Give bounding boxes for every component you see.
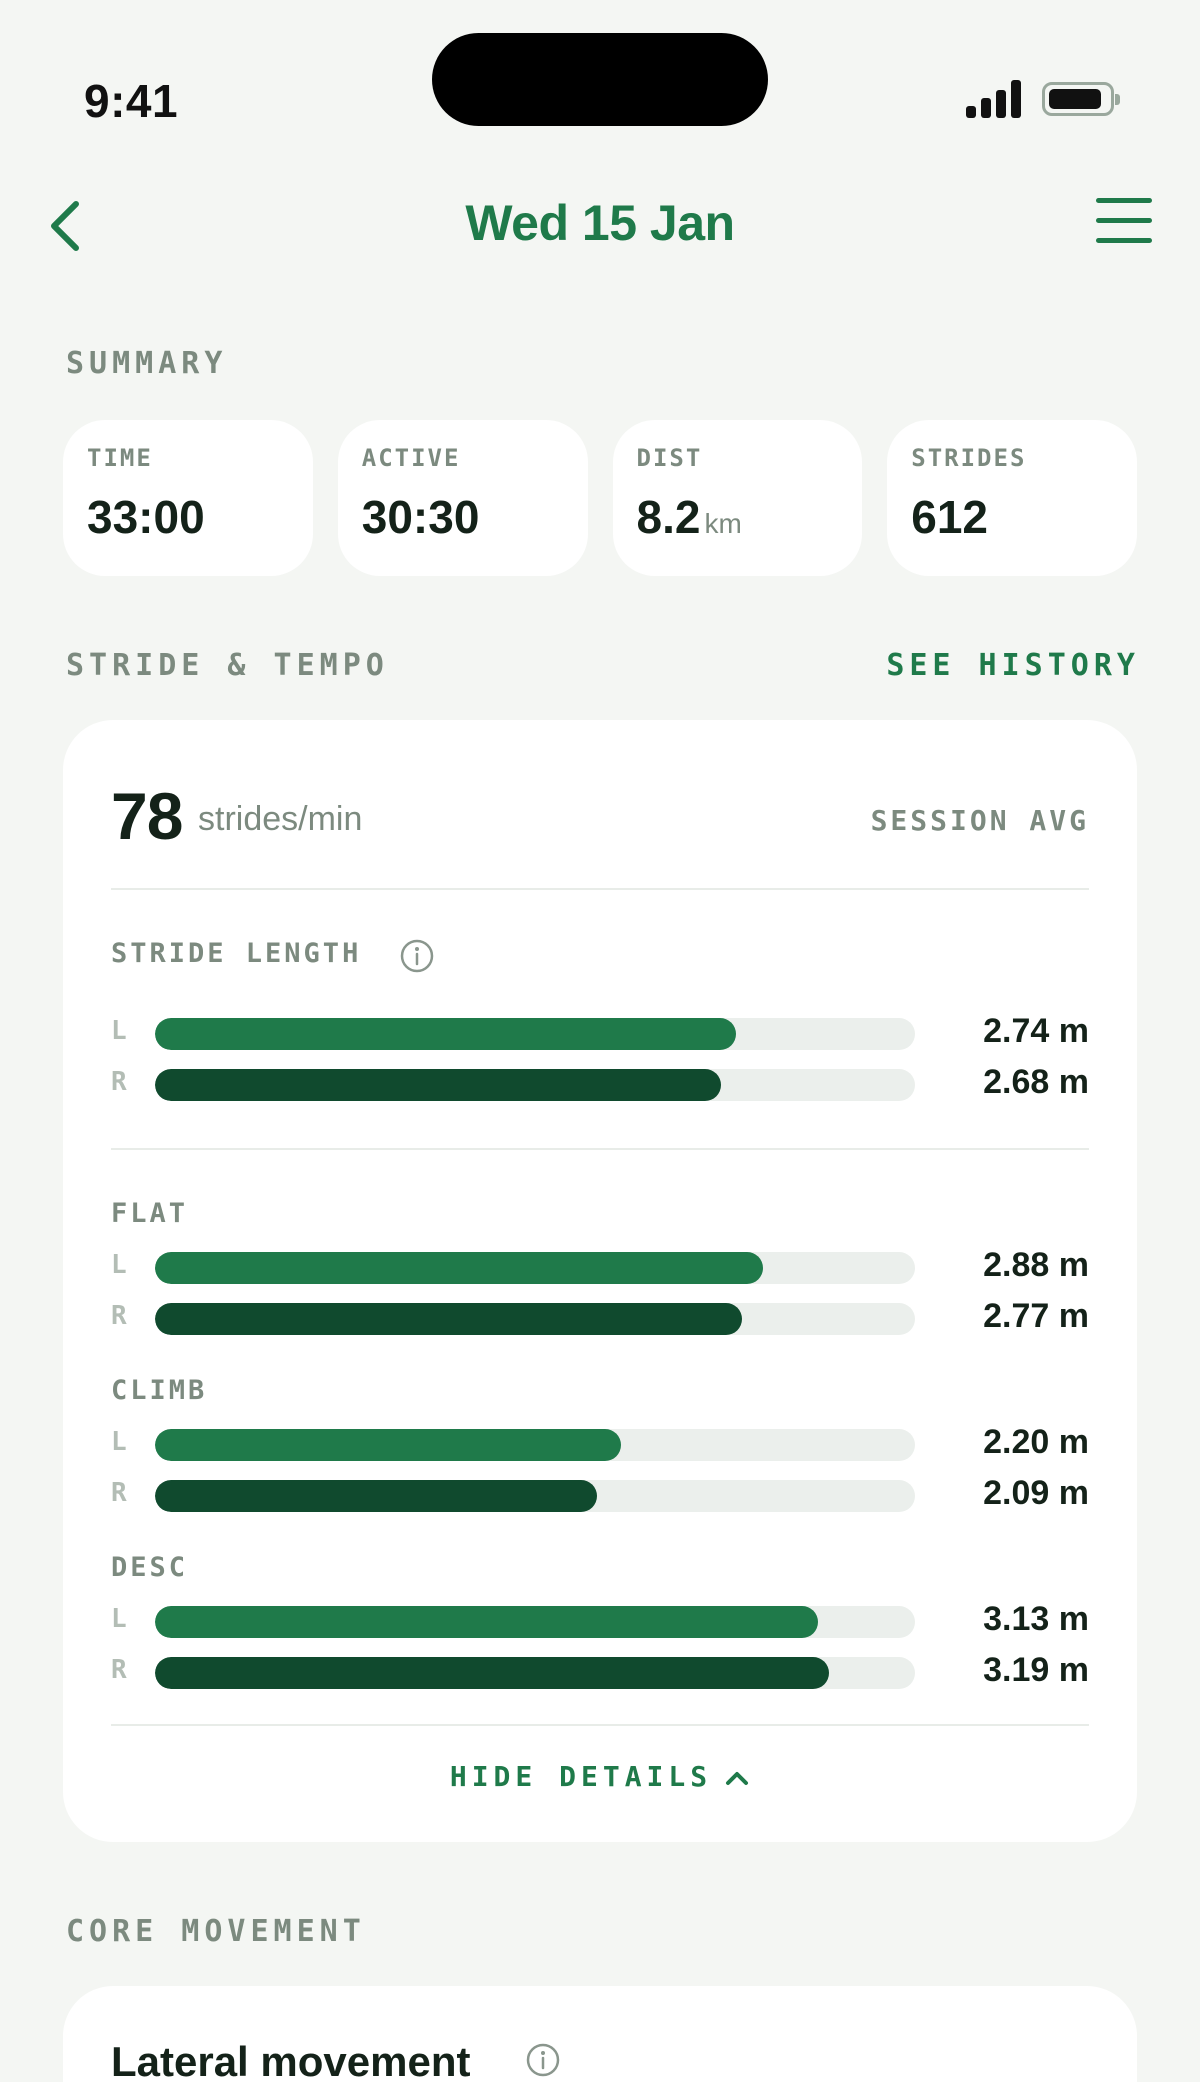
bar-fill bbox=[155, 1429, 621, 1461]
stride-value: 2.20 m bbox=[983, 1423, 1089, 1461]
stride-value: 2.74 m bbox=[983, 1012, 1089, 1050]
menu-button[interactable] bbox=[1092, 198, 1152, 246]
flat-right-row: R 2.77 m bbox=[111, 1297, 1089, 1337]
dynamic-island bbox=[432, 33, 768, 126]
bar-track bbox=[155, 1429, 915, 1461]
bar-fill bbox=[155, 1069, 722, 1101]
bar-track bbox=[155, 1303, 915, 1335]
chevron-up-icon bbox=[726, 1772, 749, 1785]
climb-label: CLIMB bbox=[111, 1375, 208, 1406]
stride-value: 3.19 m bbox=[983, 1651, 1089, 1689]
climb-right-row: R 2.09 m bbox=[111, 1474, 1089, 1514]
climb-left-row: L 2.20 m bbox=[111, 1423, 1089, 1463]
stride-value: 2.68 m bbox=[983, 1063, 1089, 1101]
bar-fill bbox=[155, 1606, 818, 1638]
divider bbox=[111, 1724, 1089, 1726]
bar-fill bbox=[155, 1303, 742, 1335]
side-label: L bbox=[111, 1604, 127, 1634]
bar-track bbox=[155, 1480, 915, 1512]
desc-label: DESC bbox=[111, 1552, 189, 1583]
bar-fill bbox=[155, 1018, 737, 1050]
stride-value: 3.13 m bbox=[983, 1600, 1089, 1638]
bar-track bbox=[155, 1252, 915, 1284]
core-movement-label: CORE MOVEMENT bbox=[66, 1914, 366, 1949]
menu-icon bbox=[1096, 198, 1152, 203]
side-label: R bbox=[111, 1478, 127, 1508]
summary-card-dist: DIST 8.2 km bbox=[612, 420, 863, 576]
cadence-unit: strides/min bbox=[198, 800, 363, 838]
summary-card-strides: STRIDES 612 bbox=[887, 420, 1137, 576]
bar-track bbox=[155, 1606, 915, 1638]
side-label: R bbox=[111, 1301, 127, 1331]
battery-icon bbox=[1042, 82, 1120, 116]
stride-length-label: STRIDE LENGTH bbox=[111, 938, 362, 969]
summary-card-time: TIME 33:00 bbox=[63, 420, 313, 576]
page-title: Wed 15 Jan bbox=[465, 195, 735, 251]
bar-track bbox=[155, 1657, 915, 1689]
lateral-movement-title: Lateral movement bbox=[111, 2038, 471, 2082]
side-label: L bbox=[111, 1250, 127, 1280]
info-icon[interactable] bbox=[525, 2042, 561, 2078]
nav-bar: Wed 15 Jan bbox=[0, 180, 1200, 270]
core-movement-panel: Lateral movement bbox=[63, 1986, 1137, 2082]
bar-track bbox=[155, 1018, 915, 1050]
desc-left-row: L 3.13 m bbox=[111, 1600, 1089, 1640]
flat-label: FLAT bbox=[111, 1198, 189, 1229]
info-icon[interactable] bbox=[399, 938, 435, 974]
side-label: L bbox=[111, 1016, 127, 1046]
stride-length-left-row: L 2.74 m bbox=[111, 1012, 1089, 1052]
flat-left-row: L 2.88 m bbox=[111, 1246, 1089, 1286]
status-time: 9:41 bbox=[84, 75, 179, 127]
side-label: L bbox=[111, 1427, 127, 1457]
see-history-link[interactable]: SEE HISTORY bbox=[886, 648, 1140, 683]
stride-length-right-row: R 2.68 m bbox=[111, 1063, 1089, 1103]
divider bbox=[111, 1148, 1089, 1150]
hide-details-button[interactable]: HIDE DETAILS bbox=[63, 1760, 1137, 1793]
status-bar: 9:41 bbox=[0, 0, 1200, 140]
side-label: R bbox=[111, 1655, 127, 1685]
stride-value: 2.77 m bbox=[983, 1297, 1089, 1335]
stride-value: 2.88 m bbox=[983, 1246, 1089, 1284]
bar-fill bbox=[155, 1657, 830, 1689]
stride-value: 2.09 m bbox=[983, 1474, 1089, 1512]
side-label: R bbox=[111, 1067, 127, 1097]
bar-fill bbox=[155, 1480, 598, 1512]
session-avg-label: SESSION AVG bbox=[870, 804, 1089, 837]
stride-panel: 78 strides/min SESSION AVG STRIDE LENGTH… bbox=[63, 720, 1137, 1842]
summary-cards: TIME 33:00 ACTIVE 30:30 DIST 8.2 km STRID… bbox=[63, 420, 1137, 576]
bar-track bbox=[155, 1069, 915, 1101]
desc-right-row: R 3.19 m bbox=[111, 1651, 1089, 1691]
summary-label: SUMMARY bbox=[66, 346, 228, 381]
bar-fill bbox=[155, 1252, 763, 1284]
divider bbox=[111, 888, 1089, 890]
signal-icon bbox=[966, 80, 1022, 118]
stride-tempo-label: STRIDE & TEMPO bbox=[66, 648, 389, 683]
summary-card-active: ACTIVE 30:30 bbox=[337, 420, 588, 576]
cadence-value: 78 bbox=[111, 779, 183, 853]
